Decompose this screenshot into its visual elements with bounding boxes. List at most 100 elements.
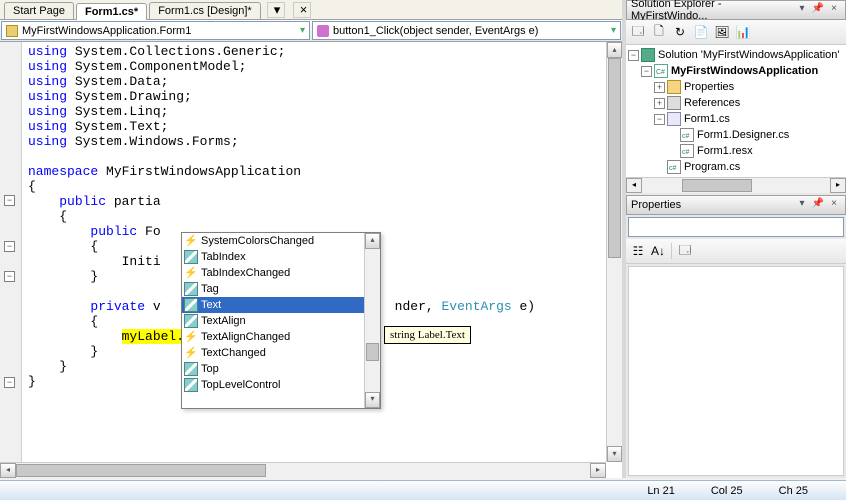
properties-object-dropdown[interactable] bbox=[628, 217, 844, 237]
scroll-up-button[interactable]: ▴ bbox=[365, 233, 380, 249]
event-icon bbox=[184, 346, 198, 360]
scroll-down-button[interactable]: ▾ bbox=[365, 392, 380, 408]
solution-tree[interactable]: −Solution 'MyFirstWindowsApplication' − M… bbox=[626, 45, 846, 177]
alphabetical-button[interactable]: A↓ bbox=[648, 241, 668, 261]
event-icon bbox=[184, 266, 198, 280]
property-pages-button[interactable]: 🗔 bbox=[675, 241, 695, 261]
node-label: Form1.resx bbox=[697, 143, 753, 159]
node-label: Properties bbox=[684, 79, 734, 95]
intellisense-label: Top bbox=[201, 363, 219, 375]
class-dropdown-text: MyFirstWindowsApplication.Form1 bbox=[22, 25, 191, 37]
tab-close-button[interactable]: × bbox=[293, 2, 311, 18]
tab-form-cs[interactable]: Form1.cs* bbox=[76, 3, 147, 20]
intellisense-tooltip: string Label.Text bbox=[384, 326, 471, 344]
intellisense-item[interactable]: Tag bbox=[182, 281, 380, 297]
scroll-thumb[interactable] bbox=[608, 58, 621, 258]
intellisense-item[interactable]: TextChanged bbox=[182, 345, 380, 361]
intellisense-item[interactable]: TextAlignChanged bbox=[182, 329, 380, 345]
view-class-diagram-button[interactable]: 📊 bbox=[733, 22, 753, 42]
expand-button[interactable]: + bbox=[654, 82, 665, 93]
panel-menu-button[interactable]: ▾ bbox=[795, 198, 809, 212]
status-ch: Ch 25 bbox=[761, 485, 826, 497]
editor-vertical-scrollbar[interactable]: ▴ ▾ bbox=[606, 42, 622, 462]
intellisense-item[interactable]: Text bbox=[182, 297, 380, 313]
intellisense-item[interactable]: TextAlign bbox=[182, 313, 380, 329]
document-tabs: Start Page Form1.cs* Form1.cs [Design]* … bbox=[0, 0, 622, 20]
panel-close-button[interactable]: × bbox=[827, 198, 841, 212]
references-node[interactable]: + References bbox=[628, 95, 844, 111]
scroll-left-button[interactable]: ◂ bbox=[0, 463, 16, 478]
categorized-button[interactable]: ☷ bbox=[628, 241, 648, 261]
tab-menu-button[interactable]: ▾ bbox=[267, 2, 285, 18]
prop-icon bbox=[184, 378, 198, 392]
intellisense-item[interactable]: Top bbox=[182, 361, 380, 377]
solution-tree-hscroll[interactable]: ◂ ▸ bbox=[626, 177, 846, 193]
chevron-down-icon: ▾ bbox=[611, 25, 616, 36]
expand-button[interactable]: − bbox=[654, 114, 665, 125]
program-cs-node[interactable]: Program.cs bbox=[628, 159, 844, 175]
csharp-file-icon bbox=[680, 128, 694, 142]
intellisense-item[interactable]: SystemColorsChanged bbox=[182, 233, 380, 249]
prop-icon bbox=[184, 282, 198, 296]
resx-file-icon bbox=[680, 144, 694, 158]
prop-icon bbox=[184, 298, 198, 312]
view-designer-button[interactable]: 🖼 bbox=[712, 22, 732, 42]
properties-grid[interactable] bbox=[628, 266, 844, 476]
prop-icon bbox=[184, 362, 198, 376]
class-dropdown[interactable]: MyFirstWindowsApplication.Form1 ▾ bbox=[1, 21, 310, 40]
intellisense-label: TextAlign bbox=[201, 315, 246, 327]
intellisense-label: TextChanged bbox=[201, 347, 266, 359]
panel-menu-button[interactable]: ▾ bbox=[795, 3, 809, 17]
code-editor[interactable]: − − − − using System.Collections.Generic… bbox=[0, 42, 622, 478]
scroll-down-button[interactable]: ▾ bbox=[607, 446, 622, 462]
expand-button[interactable]: − bbox=[641, 66, 652, 77]
scroll-thumb[interactable] bbox=[16, 464, 266, 477]
node-label: Program.cs bbox=[684, 159, 740, 175]
prop-icon bbox=[184, 314, 198, 328]
intellisense-label: TabIndexChanged bbox=[201, 267, 290, 279]
node-label: References bbox=[684, 95, 740, 111]
prop-icon bbox=[184, 250, 198, 264]
form-designer-node[interactable]: Form1.Designer.cs bbox=[628, 127, 844, 143]
intellisense-label: TopLevelControl bbox=[201, 379, 281, 391]
form-resx-node[interactable]: Form1.resx bbox=[628, 143, 844, 159]
status-line: Ln 21 bbox=[629, 485, 693, 497]
intellisense-item[interactable]: TopLevelControl bbox=[182, 377, 380, 393]
intellisense-item[interactable]: TabIndexChanged bbox=[182, 265, 380, 281]
tab-start-page[interactable]: Start Page bbox=[4, 2, 74, 19]
member-dropdown-text: button1_Click(object sender, EventArgs e… bbox=[333, 25, 538, 37]
scroll-left-button[interactable]: ◂ bbox=[626, 178, 642, 193]
form-cs-node[interactable]: − Form1.cs bbox=[628, 111, 844, 127]
member-dropdown[interactable]: button1_Click(object sender, EventArgs e… bbox=[312, 21, 621, 40]
editor-horizontal-scrollbar[interactable]: ◂ ▸ bbox=[0, 462, 606, 478]
expand-button[interactable]: + bbox=[654, 98, 665, 109]
intellisense-item[interactable]: TabIndex bbox=[182, 249, 380, 265]
scroll-up-button[interactable]: ▴ bbox=[607, 42, 622, 58]
scroll-right-button[interactable]: ▸ bbox=[830, 178, 846, 193]
tab-form-design[interactable]: Form1.cs [Design]* bbox=[149, 2, 261, 19]
panel-title: Properties bbox=[631, 199, 681, 211]
solution-explorer-header[interactable]: Solution Explorer - MyFirstWindo... ▾ 📌 … bbox=[626, 0, 846, 20]
intellisense-popup[interactable]: SystemColorsChangedTabIndex TabIndexChang… bbox=[181, 232, 381, 409]
panel-pin-button[interactable]: 📌 bbox=[811, 198, 825, 212]
solution-node[interactable]: −Solution 'MyFirstWindowsApplication' bbox=[628, 47, 844, 63]
intellisense-label: TextAlignChanged bbox=[201, 331, 290, 343]
properties-node[interactable]: + Properties bbox=[628, 79, 844, 95]
panel-close-button[interactable]: × bbox=[827, 3, 841, 17]
view-code-button[interactable]: 📄 bbox=[691, 22, 711, 42]
panel-pin-button[interactable]: 📌 bbox=[811, 3, 825, 17]
show-all-files-button[interactable]: 🗋 bbox=[649, 22, 669, 42]
refresh-button[interactable]: ↻ bbox=[670, 22, 690, 42]
properties-button[interactable]: 🗔 bbox=[628, 22, 648, 42]
project-node[interactable]: − MyFirstWindowsApplication bbox=[628, 63, 844, 79]
node-label: MyFirstWindowsApplication bbox=[671, 63, 818, 79]
properties-header[interactable]: Properties ▾ 📌 × bbox=[626, 195, 846, 215]
scroll-thumb[interactable] bbox=[682, 179, 752, 192]
intellisense-scrollbar[interactable]: ▴ ▾ bbox=[364, 233, 380, 408]
properties-toolbar: ☷ A↓ 🗔 bbox=[626, 239, 846, 264]
node-label: Form1.cs bbox=[684, 111, 730, 127]
event-icon bbox=[184, 330, 198, 344]
scroll-right-button[interactable]: ▸ bbox=[590, 463, 606, 478]
scroll-thumb[interactable] bbox=[366, 343, 379, 361]
expand-button[interactable]: − bbox=[628, 50, 639, 61]
